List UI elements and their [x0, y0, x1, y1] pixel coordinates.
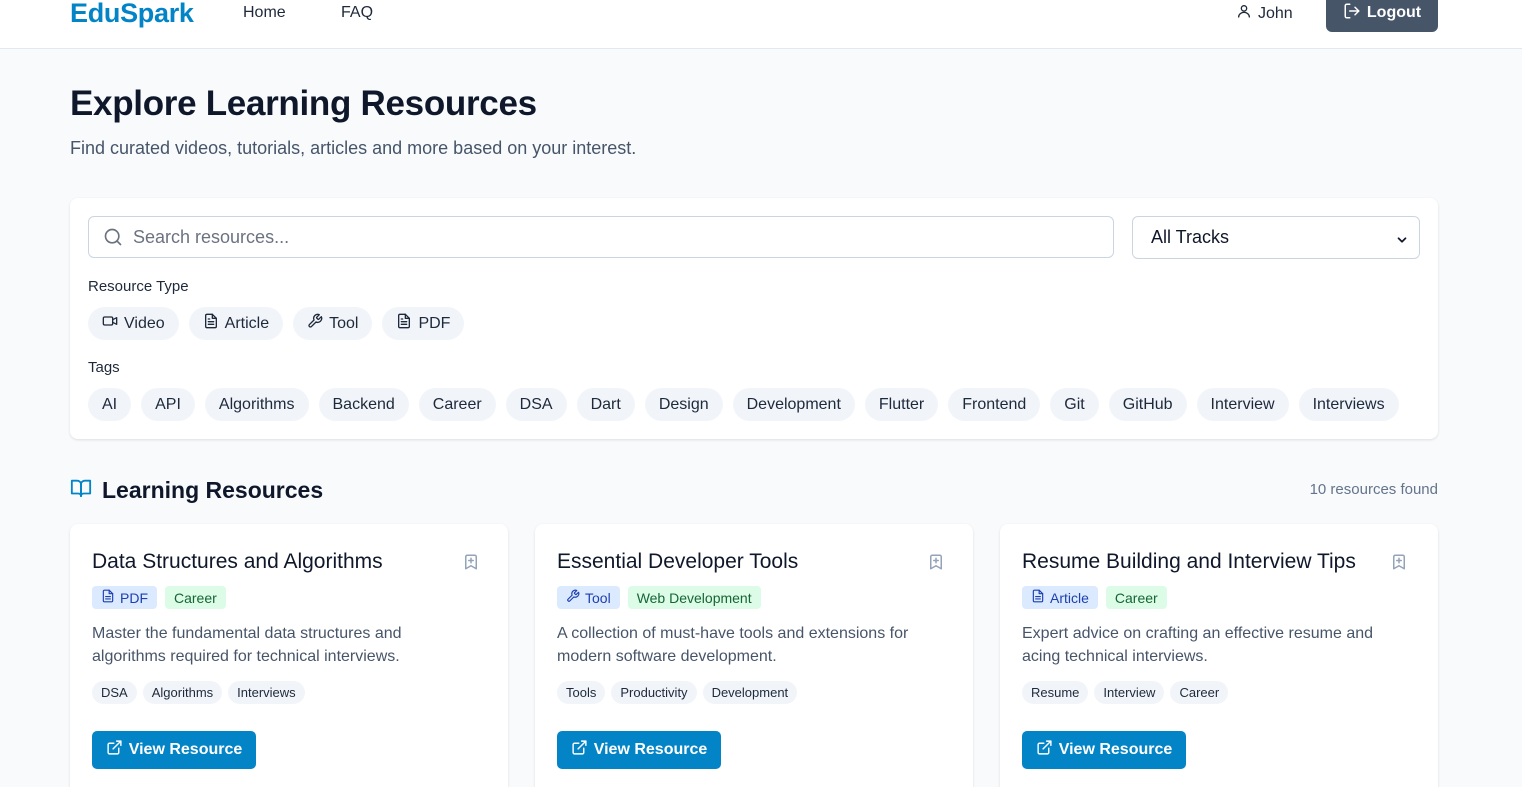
tag-chip[interactable]: Git	[1050, 388, 1099, 421]
logout-button[interactable]: Logout	[1326, 0, 1438, 32]
brand-logo[interactable]: EduSpark	[70, 0, 194, 29]
tag-chip[interactable]: Frontend	[948, 388, 1041, 421]
card-description: Expert advice on crafting an effective r…	[1022, 625, 1374, 665]
book-open-icon	[70, 477, 92, 504]
resource-type-chips: Video Article Tool PDF	[88, 307, 465, 340]
card-tag: Development	[702, 681, 798, 704]
card-tag: Tools	[557, 681, 606, 704]
tag-chip[interactable]: Career	[418, 388, 496, 421]
card-tags: Resume Interview Career	[1022, 681, 1229, 704]
card-badges: PDF Career	[92, 586, 226, 609]
tag-chip[interactable]: Interviews	[1298, 388, 1399, 421]
track-select[interactable]: All Tracks	[1132, 216, 1420, 259]
search-input[interactable]	[133, 217, 1103, 257]
type-badge: Tool	[557, 586, 620, 609]
file-text-icon	[203, 313, 219, 334]
card-tag: Interviews	[228, 681, 305, 704]
tag-chip[interactable]: GitHub	[1108, 388, 1187, 421]
tag-chips: AI API Algorithms Backend Career DSA Dar…	[88, 388, 1399, 421]
card-tags: Tools Productivity Development	[557, 681, 798, 704]
tag-chip[interactable]: Design	[644, 388, 723, 421]
card-tag: Resume	[1022, 681, 1089, 704]
external-link-icon	[106, 739, 123, 761]
file-text-icon	[396, 313, 412, 334]
track-badge: Career	[1105, 586, 1167, 609]
tag-chip[interactable]: Development	[732, 388, 855, 421]
tag-chip[interactable]: Dart	[576, 388, 635, 421]
page-subtitle: Find curated videos, tutorials, articles…	[70, 138, 637, 158]
resources-header: Learning Resources	[70, 477, 323, 504]
chevron-down-icon	[1395, 231, 1409, 252]
external-link-icon	[571, 739, 588, 761]
user-name: John	[1258, 4, 1293, 22]
bookmark-plus-icon[interactable]	[462, 552, 480, 577]
tag-chip[interactable]: Algorithms	[204, 388, 309, 421]
type-chip-article[interactable]: Article	[188, 307, 284, 340]
tag-chip[interactable]: Backend	[318, 388, 409, 421]
wrench-icon	[566, 589, 580, 606]
type-badge: Article	[1022, 586, 1098, 609]
logout-icon	[1343, 2, 1361, 25]
card-badges: Tool Web Development	[557, 586, 761, 609]
view-resource-button[interactable]: View Resource	[92, 731, 256, 769]
card-tag: Interview	[1094, 681, 1165, 704]
type-badge: PDF	[92, 586, 157, 609]
card-title: Resume Building and Interview Tips	[1022, 550, 1356, 573]
track-select-value: All Tracks	[1151, 227, 1230, 247]
track-badge: Web Development	[627, 586, 761, 609]
card-tag: Career	[1170, 681, 1229, 704]
bookmark-plus-icon[interactable]	[1390, 552, 1408, 577]
resource-type-label: Resource Type	[88, 278, 189, 295]
card-description: A collection of must-have tools and exte…	[557, 625, 909, 665]
tag-chip[interactable]: DSA	[505, 388, 567, 421]
resource-card: Data Structures and Algorithms PDF Caree…	[70, 524, 508, 787]
type-chip-pdf[interactable]: PDF	[382, 307, 465, 340]
resources-count: 10 resources found	[1309, 481, 1438, 498]
file-text-icon	[1031, 589, 1045, 606]
search-icon	[103, 227, 123, 252]
type-chip-video[interactable]: Video	[88, 307, 179, 340]
tag-chip[interactable]: AI	[88, 388, 132, 421]
view-resource-button[interactable]: View Resource	[557, 731, 721, 769]
card-badges: Article Career	[1022, 586, 1167, 609]
nav-link-home[interactable]: Home	[243, 4, 286, 22]
card-tag: Algorithms	[142, 681, 223, 704]
tag-chip[interactable]: Interview	[1196, 388, 1289, 421]
user-menu[interactable]: John	[1236, 3, 1293, 24]
file-text-icon	[101, 589, 115, 606]
resource-card: Essential Developer Tools Tool Web Devel…	[535, 524, 973, 787]
tag-chip[interactable]: Flutter	[864, 388, 939, 421]
view-resource-button[interactable]: View Resource	[1022, 731, 1186, 769]
card-title: Data Structures and Algorithms	[92, 550, 383, 573]
nav-link-faq[interactable]: FAQ	[341, 4, 373, 22]
card-title: Essential Developer Tools	[557, 550, 799, 573]
video-icon	[102, 313, 118, 334]
wrench-icon	[307, 313, 323, 334]
resource-card: Resume Building and Interview Tips Artic…	[1000, 524, 1438, 787]
page-title: Explore Learning Resources	[70, 84, 537, 123]
resources-title: Learning Resources	[102, 477, 324, 503]
user-icon	[1236, 3, 1252, 24]
top-nav: EduSpark Home FAQ John Logout	[0, 0, 1522, 49]
tags-label: Tags	[88, 359, 120, 376]
card-tag: DSA	[92, 681, 137, 704]
logout-label: Logout	[1366, 4, 1422, 21]
type-chip-tool[interactable]: Tool	[293, 307, 373, 340]
card-description: Master the fundamental data structures a…	[92, 625, 402, 665]
card-tags: DSA Algorithms Interviews	[92, 681, 305, 704]
tag-chip[interactable]: API	[141, 388, 195, 421]
bookmark-plus-icon[interactable]	[927, 552, 945, 577]
card-tag: Productivity	[611, 681, 697, 704]
search-box[interactable]	[88, 216, 1114, 258]
track-badge: Career	[165, 586, 226, 609]
filter-panel: All Tracks Resource Type Video Article T…	[70, 198, 1438, 439]
external-link-icon	[1036, 739, 1053, 761]
